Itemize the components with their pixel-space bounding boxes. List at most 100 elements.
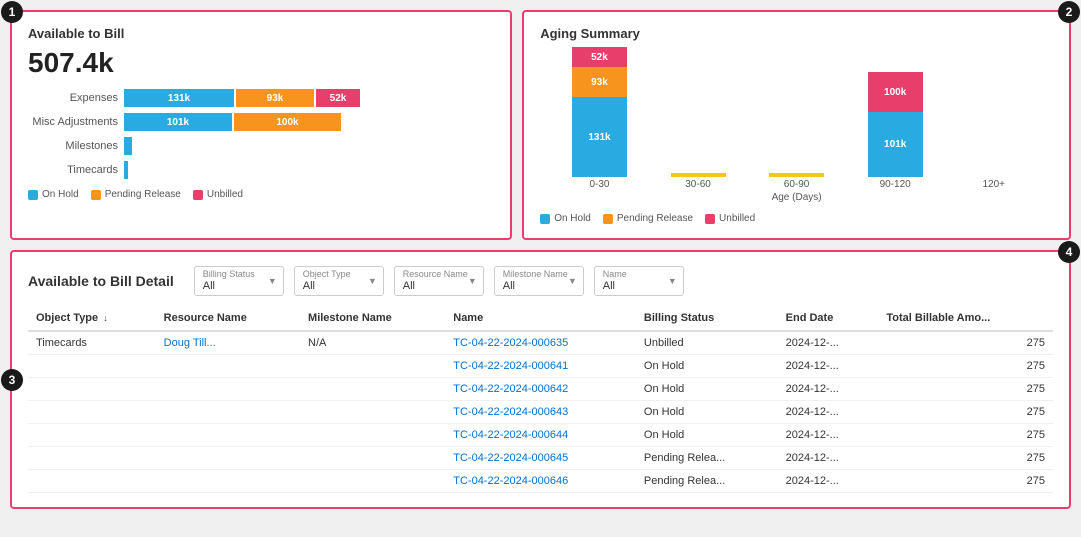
cell-billing-status: On Hold bbox=[636, 378, 778, 401]
seg-milestones-blue bbox=[124, 137, 132, 155]
seg-expenses-red: 52k bbox=[316, 89, 360, 107]
available-title: Available to Bill bbox=[28, 26, 494, 41]
seg-misc-orange: 100k bbox=[234, 113, 341, 131]
available-to-bill-card: 1 Available to Bill 507.4k Expenses 131k… bbox=[10, 10, 512, 240]
filter-milestone-name[interactable]: Milestone Name All ▼ bbox=[494, 266, 584, 296]
seg-expenses-blue: 131k bbox=[124, 89, 234, 107]
filter-name[interactable]: Name All ▼ bbox=[594, 266, 684, 296]
aging-x-90-120: 90-120 bbox=[846, 179, 945, 190]
chevron-down-icon-5: ▼ bbox=[668, 276, 677, 286]
cell-billing-status: On Hold bbox=[636, 401, 778, 424]
filter-billing-status-label: Billing Status bbox=[203, 269, 255, 279]
cell-total-billable: 275 bbox=[878, 424, 1053, 447]
aging-dot-pending bbox=[603, 214, 613, 224]
cell-milestone-name bbox=[300, 401, 445, 424]
detail-card: 3 4 Available to Bill Detail Billing Sta… bbox=[10, 250, 1071, 509]
cell-object-type bbox=[28, 447, 156, 470]
cell-resource-name bbox=[156, 470, 300, 493]
filter-billing-status[interactable]: Billing Status All ▼ bbox=[194, 266, 284, 296]
cell-name[interactable]: TC-04-22-2024-000645 bbox=[445, 447, 636, 470]
legend-dot-unbilled bbox=[193, 190, 203, 200]
badge-3: 3 bbox=[1, 369, 23, 391]
detail-table: Object Type ↓ Resource Name Milestone Na… bbox=[28, 306, 1053, 493]
filter-name-label: Name bbox=[603, 269, 627, 279]
cell-billing-status: Pending Relea... bbox=[636, 447, 778, 470]
cell-end-date: 2024-12-... bbox=[778, 331, 879, 355]
filter-object-type[interactable]: Object Type All ▼ bbox=[294, 266, 384, 296]
table-row: TC-04-22-2024-000646 Pending Relea... 20… bbox=[28, 470, 1053, 493]
cell-billing-status: Unbilled bbox=[636, 331, 778, 355]
filter-resource-name-label: Resource Name bbox=[403, 269, 468, 279]
legend-label-unbilled: Unbilled bbox=[207, 189, 243, 200]
aging-legend-label-pending: Pending Release bbox=[617, 213, 693, 224]
aging-x-0-30: 0-30 bbox=[550, 179, 649, 190]
seg-timecards-blue bbox=[124, 161, 128, 179]
chevron-down-icon-4: ▼ bbox=[568, 276, 577, 286]
bar-row-milestones: Milestones bbox=[28, 137, 494, 155]
bar-segments-milestones bbox=[124, 137, 132, 155]
col-name: Name bbox=[445, 306, 636, 331]
table-row: TC-04-22-2024-000645 Pending Relea... 20… bbox=[28, 447, 1053, 470]
aging-seg-0-30-red: 52k bbox=[572, 47, 627, 67]
cell-end-date: 2024-12-... bbox=[778, 355, 879, 378]
aging-dot-unbilled bbox=[705, 214, 715, 224]
sort-icon-object-type: ↓ bbox=[103, 313, 108, 323]
bar-label-misc: Misc Adjustments bbox=[28, 116, 118, 128]
cell-name[interactable]: TC-04-22-2024-000646 bbox=[445, 470, 636, 493]
aging-seg-30-60-yellow bbox=[671, 173, 726, 177]
bar-row-misc: Misc Adjustments 101k 100k bbox=[28, 113, 494, 131]
aging-title: Aging Summary bbox=[540, 26, 1053, 41]
cell-end-date: 2024-12-... bbox=[778, 378, 879, 401]
cell-milestone-name bbox=[300, 378, 445, 401]
table-row: Timecards Doug Till... N/A TC-04-22-2024… bbox=[28, 331, 1053, 355]
cell-object-type bbox=[28, 355, 156, 378]
bar-segments-expenses: 131k 93k 52k bbox=[124, 89, 360, 107]
legend-on-hold: On Hold bbox=[28, 189, 79, 200]
bar-segments-misc: 101k 100k bbox=[124, 113, 341, 131]
available-bar-chart: Expenses 131k 93k 52k Misc Adjustments 1… bbox=[28, 89, 494, 179]
cell-billing-status: Pending Relea... bbox=[636, 470, 778, 493]
cell-name[interactable]: TC-04-22-2024-000644 bbox=[445, 424, 636, 447]
chevron-down-icon: ▼ bbox=[268, 276, 277, 286]
legend-label-on-hold: On Hold bbox=[42, 189, 79, 200]
aging-x-60-90: 60-90 bbox=[747, 179, 846, 190]
cell-total-billable: 275 bbox=[878, 470, 1053, 493]
filter-resource-name[interactable]: Resource Name All ▼ bbox=[394, 266, 484, 296]
available-legend: On Hold Pending Release Unbilled bbox=[28, 189, 494, 200]
cell-total-billable: 275 bbox=[878, 447, 1053, 470]
cell-resource-name[interactable]: Doug Till... bbox=[156, 331, 300, 355]
aging-x-30-60: 30-60 bbox=[649, 179, 748, 190]
cell-object-type bbox=[28, 378, 156, 401]
aging-seg-60-90-yellow bbox=[769, 173, 824, 177]
available-total: 507.4k bbox=[28, 47, 494, 79]
badge-4: 4 bbox=[1058, 241, 1080, 263]
legend-dot-on-hold bbox=[28, 190, 38, 200]
filter-object-type-label: Object Type bbox=[303, 269, 351, 279]
aging-seg-90-120-red: 100k bbox=[868, 72, 923, 112]
cell-name[interactable]: TC-04-22-2024-000635 bbox=[445, 331, 636, 355]
detail-title: Available to Bill Detail bbox=[28, 273, 174, 289]
aging-legend-on-hold: On Hold bbox=[540, 213, 591, 224]
badge-1: 1 bbox=[1, 1, 23, 23]
col-object-type: Object Type ↓ bbox=[28, 306, 156, 331]
cell-resource-name bbox=[156, 447, 300, 470]
bar-row-timecards: Timecards bbox=[28, 161, 494, 179]
seg-expenses-orange: 93k bbox=[236, 89, 314, 107]
aging-legend: On Hold Pending Release Unbilled bbox=[540, 213, 1053, 224]
cell-total-billable: 275 bbox=[878, 355, 1053, 378]
cell-total-billable: 275 bbox=[878, 331, 1053, 355]
aging-dot-on-hold bbox=[540, 214, 550, 224]
cell-total-billable: 275 bbox=[878, 401, 1053, 424]
cell-name[interactable]: TC-04-22-2024-000642 bbox=[445, 378, 636, 401]
cell-milestone-name bbox=[300, 447, 445, 470]
cell-end-date: 2024-12-... bbox=[778, 424, 879, 447]
chevron-down-icon-3: ▼ bbox=[468, 276, 477, 286]
bar-label-timecards: Timecards bbox=[28, 164, 118, 176]
col-resource-name: Resource Name bbox=[156, 306, 300, 331]
cell-end-date: 2024-12-... bbox=[778, 401, 879, 424]
cell-name[interactable]: TC-04-22-2024-000643 bbox=[445, 401, 636, 424]
badge-2: 2 bbox=[1058, 1, 1080, 23]
aging-col-120plus bbox=[966, 47, 1021, 177]
cell-name[interactable]: TC-04-22-2024-000641 bbox=[445, 355, 636, 378]
legend-label-pending: Pending Release bbox=[105, 189, 181, 200]
